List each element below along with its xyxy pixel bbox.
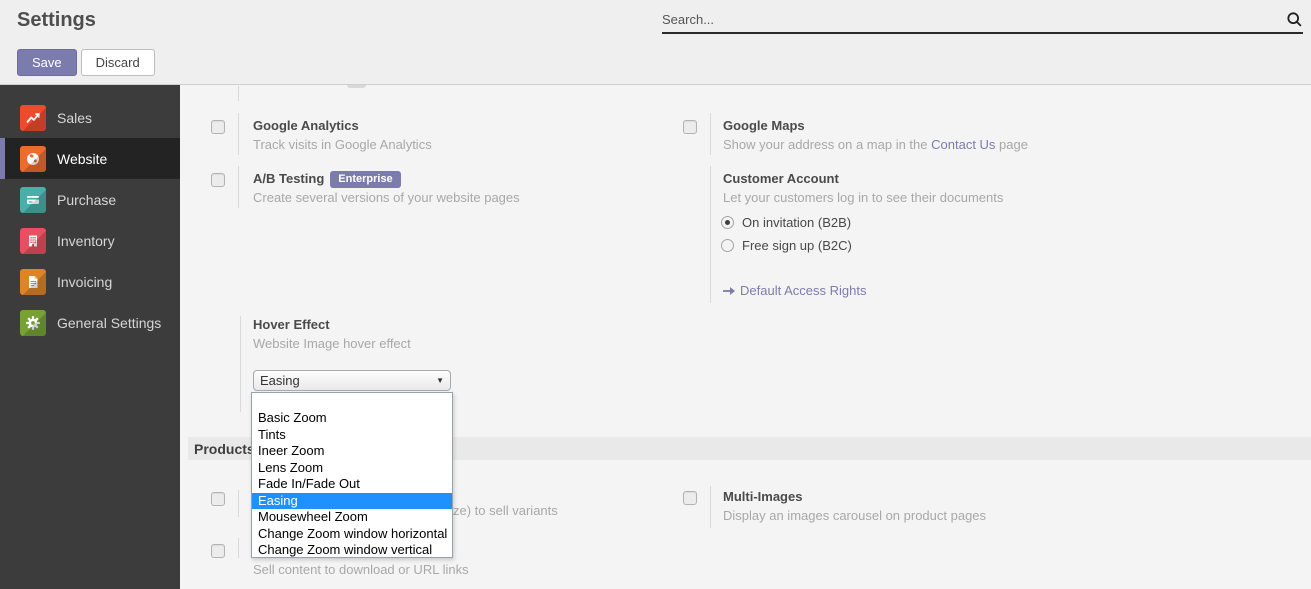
free-signup-label: Free sign up (B2C) bbox=[742, 238, 852, 253]
sidebar-item-label: Invoicing bbox=[57, 274, 112, 290]
ab-testing-title: A/B Testing Enterprise bbox=[253, 171, 401, 189]
hover-effect-select[interactable]: Easing ▼ bbox=[253, 370, 451, 391]
sidebar-item-website[interactable]: Website bbox=[0, 138, 180, 179]
attributes-variants-checkbox[interactable] bbox=[211, 492, 225, 506]
google-maps-title: Google Maps bbox=[723, 118, 805, 133]
separator bbox=[238, 538, 239, 558]
sidebar-item-sales[interactable]: Sales bbox=[0, 97, 180, 138]
default-access-rights-label: Default Access Rights bbox=[740, 283, 866, 298]
multi-images-checkbox[interactable] bbox=[683, 491, 697, 505]
gear-icon bbox=[20, 310, 46, 336]
globe-icon bbox=[20, 146, 46, 172]
sidebar-item-label: Sales bbox=[57, 110, 92, 126]
dropdown-option-basic-zoom[interactable]: Basic Zoom bbox=[252, 410, 452, 427]
partially-visible-control bbox=[347, 85, 366, 88]
search-input[interactable] bbox=[662, 12, 1286, 27]
hover-effect-title: Hover Effect bbox=[253, 317, 330, 332]
google-maps-description-prefix: Show your address on a map in the bbox=[723, 137, 931, 152]
sales-chart-icon bbox=[20, 105, 46, 131]
dropdown-option-fade[interactable]: Fade In/Fade Out bbox=[252, 476, 452, 493]
sidebar-item-purchase[interactable]: Purchase bbox=[0, 179, 180, 220]
customer-account-description: Let your customers log in to see their d… bbox=[723, 190, 1003, 205]
google-analytics-checkbox[interactable] bbox=[211, 120, 225, 134]
multi-images-title: Multi-Images bbox=[723, 489, 802, 504]
dropdown-option-mousewheel-zoom[interactable]: Mousewheel Zoom bbox=[252, 509, 452, 526]
settings-page: Settings Save Discard Sales Website bbox=[0, 0, 1311, 589]
arrow-right-icon bbox=[723, 286, 736, 296]
contact-us-link[interactable]: Contact Us bbox=[931, 137, 995, 152]
dropdown-option-zoom-window-horizontal[interactable]: Change Zoom window horizontal bbox=[252, 526, 452, 543]
separator bbox=[710, 113, 711, 155]
hover-effect-selected-value: Easing bbox=[260, 373, 300, 388]
document-icon bbox=[20, 269, 46, 295]
multi-images-description: Display an images carousel on product pa… bbox=[723, 508, 986, 523]
dropdown-option-blank[interactable] bbox=[252, 393, 452, 410]
hover-effect-description: Website Image hover effect bbox=[253, 336, 411, 351]
page-title: Settings bbox=[17, 9, 96, 32]
attributes-variants-description-fragment: ze) to sell variants bbox=[453, 503, 558, 518]
separator bbox=[238, 166, 239, 208]
sidebar-item-label: Inventory bbox=[57, 233, 115, 249]
sidebar-item-general-settings[interactable]: General Settings bbox=[0, 302, 180, 343]
ab-testing-title-text: A/B Testing bbox=[253, 171, 324, 186]
enterprise-badge: Enterprise bbox=[330, 171, 400, 188]
discard-button[interactable]: Discard bbox=[81, 49, 155, 76]
separator bbox=[240, 316, 241, 412]
on-invitation-radio[interactable] bbox=[721, 216, 734, 229]
google-maps-description-suffix: page bbox=[995, 137, 1028, 152]
digital-content-description: Sell content to download or URL links bbox=[253, 562, 469, 577]
dropdown-option-easing-highlighted[interactable]: Easing bbox=[252, 493, 452, 510]
header-buttons: Save Discard bbox=[17, 49, 155, 76]
credit-card-icon bbox=[20, 187, 46, 213]
partial-row-separator bbox=[238, 86, 239, 101]
sidebar-item-label: General Settings bbox=[57, 315, 161, 331]
ab-testing-description: Create several versions of your website … bbox=[253, 190, 520, 205]
google-analytics-description: Track visits in Google Analytics bbox=[253, 137, 432, 152]
ab-testing-checkbox[interactable] bbox=[211, 173, 225, 187]
on-invitation-label: On invitation (B2B) bbox=[742, 215, 851, 230]
dropdown-option-ineer-zoom[interactable]: Ineer Zoom bbox=[252, 443, 452, 460]
separator bbox=[710, 166, 711, 303]
google-analytics-title: Google Analytics bbox=[253, 118, 359, 133]
sidebar-item-invoicing[interactable]: Invoicing bbox=[0, 261, 180, 302]
customer-account-title: Customer Account bbox=[723, 171, 839, 186]
products-section-title: Products bbox=[188, 441, 255, 457]
search-icon[interactable] bbox=[1286, 11, 1303, 28]
separator bbox=[238, 113, 239, 155]
search-box bbox=[662, 6, 1303, 34]
app-sidebar: Sales Website Purchase Inventory Invoici… bbox=[0, 85, 180, 589]
sidebar-item-label: Purchase bbox=[57, 192, 116, 208]
sidebar-item-inventory[interactable]: Inventory bbox=[0, 220, 180, 261]
save-button[interactable]: Save bbox=[17, 49, 77, 76]
header: Settings Save Discard bbox=[0, 0, 1311, 85]
dropdown-option-tints[interactable]: Tints bbox=[252, 427, 452, 444]
dropdown-option-zoom-window-vertical[interactable]: Change Zoom window vertical bbox=[252, 542, 452, 559]
settings-content: Google Analytics Track visits in Google … bbox=[180, 85, 1311, 589]
sidebar-item-label: Website bbox=[57, 151, 107, 167]
dropdown-option-lens-zoom[interactable]: Lens Zoom bbox=[252, 460, 452, 477]
separator bbox=[710, 486, 711, 528]
hover-effect-dropdown-popup: Basic Zoom Tints Ineer Zoom Lens Zoom Fa… bbox=[251, 392, 453, 558]
google-maps-checkbox[interactable] bbox=[683, 120, 697, 134]
select-caret-icon: ▼ bbox=[436, 376, 444, 385]
default-access-rights-link[interactable]: Default Access Rights bbox=[723, 283, 866, 298]
digital-content-checkbox[interactable] bbox=[211, 544, 225, 558]
separator bbox=[238, 490, 239, 517]
free-signup-radio[interactable] bbox=[721, 239, 734, 252]
google-maps-description: Show your address on a map in the Contac… bbox=[723, 137, 1028, 152]
building-icon bbox=[20, 228, 46, 254]
